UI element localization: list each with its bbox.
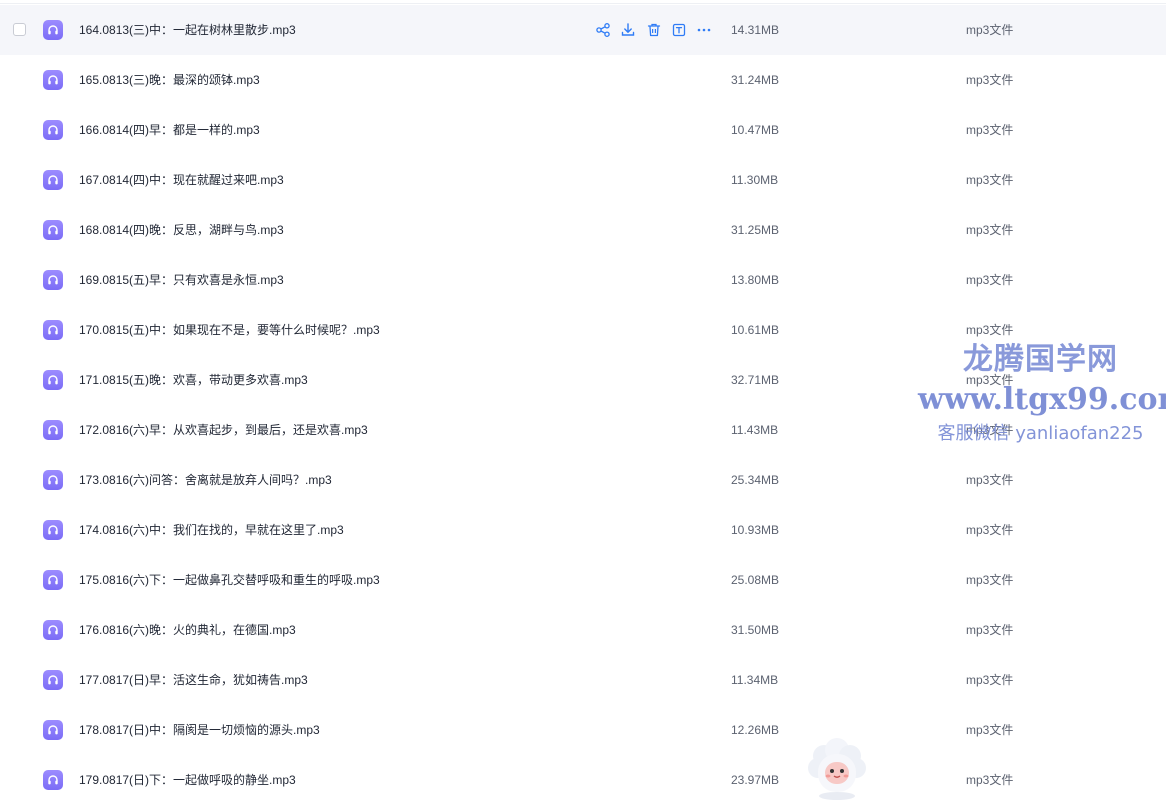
file-name[interactable]: 173.0816(六)问答：舍离就是放弃人间吗？.mp3: [79, 455, 332, 505]
file-row[interactable]: 173.0816(六)问答：舍离就是放弃人间吗？.mp3 25.34MB mp3文件: [0, 455, 1166, 505]
file-name[interactable]: 169.0815(五)早：只有欢喜是永恒.mp3: [79, 255, 284, 305]
more-icon[interactable]: [695, 21, 713, 39]
file-row[interactable]: 170.0815(五)中：如果现在不是，要等什么时候呢？.mp3 10.61MB m…: [0, 305, 1166, 355]
audio-file-icon: [43, 70, 63, 90]
audio-file-icon: [43, 320, 63, 340]
file-row[interactable]: 175.0816(六)下：一起做鼻孔交替呼吸和重生的呼吸.mp3 25.08MB m…: [0, 555, 1166, 605]
row-checkbox[interactable]: [13, 23, 26, 36]
file-type: mp3文件: [966, 173, 1014, 187]
audio-file-icon: [43, 370, 63, 390]
file-size: 10.93MB: [731, 523, 780, 537]
file-row[interactable]: 169.0815(五)早：只有欢喜是永恒.mp3 13.80MB mp3文件: [0, 255, 1166, 305]
file-row[interactable]: 179.0817(日)下：一起做呼吸的静坐.mp3 23.97MB mp3文件: [0, 755, 1166, 802]
file-row[interactable]: 165.0813(三)晚：最深的颂钵.mp3 31.24MB mp3文件: [0, 55, 1166, 105]
audio-file-icon: [43, 470, 63, 490]
delete-icon[interactable]: [645, 21, 663, 39]
file-row[interactable]: 166.0814(四)早：都是一样的.mp3 10.47MB mp3文件: [0, 105, 1166, 155]
file-type: mp3文件: [966, 23, 1014, 37]
file-row[interactable]: 167.0814(四)中：现在就醒过来吧.mp3 11.30MB mp3文件: [0, 155, 1166, 205]
file-type: mp3文件: [966, 73, 1014, 87]
audio-file-icon: [43, 620, 63, 640]
file-type: mp3文件: [966, 223, 1014, 237]
audio-file-icon: [43, 270, 63, 290]
file-type: mp3文件: [966, 373, 1014, 387]
audio-file-icon: [43, 570, 63, 590]
file-size: 31.24MB: [731, 73, 780, 87]
share-icon[interactable]: [594, 21, 612, 39]
file-type: mp3文件: [966, 473, 1014, 487]
file-name[interactable]: 177.0817(日)早：活这生命，犹如祷告.mp3: [79, 655, 308, 705]
file-size: 11.43MB: [731, 423, 779, 437]
audio-file-icon: [43, 120, 63, 140]
file-name[interactable]: 179.0817(日)下：一起做呼吸的静坐.mp3: [79, 755, 296, 802]
text-extract-icon[interactable]: [670, 21, 688, 39]
file-type: mp3文件: [966, 123, 1014, 137]
file-size: 31.50MB: [731, 623, 780, 637]
file-type: mp3文件: [966, 573, 1014, 587]
file-row[interactable]: 171.0815(五)晚：欢喜，带动更多欢喜.mp3 32.71MB mp3文件: [0, 355, 1166, 405]
file-size: 14.31MB: [731, 23, 780, 37]
assistant-mascot-icon[interactable]: [804, 738, 870, 802]
audio-file-icon: [43, 520, 63, 540]
file-name[interactable]: 170.0815(五)中：如果现在不是，要等什么时候呢？.mp3: [79, 305, 380, 355]
file-list: 164.0813(三)中：一起在树林里散步.mp3 14.31MB mp3文件 165…: [0, 5, 1166, 802]
audio-file-icon: [43, 720, 63, 740]
file-type: mp3文件: [966, 423, 1014, 437]
file-row[interactable]: 176.0816(六)晚：火的典礼，在德国.mp3 31.50MB mp3文件: [0, 605, 1166, 655]
audio-file-icon: [43, 670, 63, 690]
file-name[interactable]: 166.0814(四)早：都是一样的.mp3: [79, 105, 260, 155]
top-divider: [0, 3, 1166, 4]
file-name[interactable]: 176.0816(六)晚：火的典礼，在德国.mp3: [79, 605, 296, 655]
file-size: 11.30MB: [731, 173, 779, 187]
file-name[interactable]: 168.0814(四)晚：反思，湖畔与鸟.mp3: [79, 205, 284, 255]
file-name[interactable]: 167.0814(四)中：现在就醒过来吧.mp3: [79, 155, 284, 205]
audio-file-icon: [43, 20, 63, 40]
file-name[interactable]: 172.0816(六)早：从欢喜起步，到最后，还是欢喜.mp3: [79, 405, 368, 455]
file-type: mp3文件: [966, 623, 1014, 637]
audio-file-icon: [43, 420, 63, 440]
file-size: 32.71MB: [731, 373, 780, 387]
file-row[interactable]: 168.0814(四)晚：反思，湖畔与鸟.mp3 31.25MB mp3文件: [0, 205, 1166, 255]
file-type: mp3文件: [966, 523, 1014, 537]
file-row[interactable]: 177.0817(日)早：活这生命，犹如祷告.mp3 11.34MB mp3文件: [0, 655, 1166, 705]
file-row[interactable]: 172.0816(六)早：从欢喜起步，到最后，还是欢喜.mp3 11.43MB mp…: [0, 405, 1166, 455]
file-size: 23.97MB: [731, 773, 780, 787]
audio-file-icon: [43, 770, 63, 790]
file-type: mp3文件: [966, 673, 1014, 687]
file-name[interactable]: 171.0815(五)晚：欢喜，带动更多欢喜.mp3: [79, 355, 308, 405]
file-row[interactable]: 174.0816(六)中：我们在找的，早就在这里了.mp3 10.93MB mp3文…: [0, 505, 1166, 555]
file-name[interactable]: 164.0813(三)中：一起在树林里散步.mp3: [79, 5, 296, 55]
file-row[interactable]: 178.0817(日)中：隔阂是一切烦恼的源头.mp3 12.26MB mp3文件: [0, 705, 1166, 755]
file-size: 31.25MB: [731, 223, 780, 237]
file-size: 12.26MB: [731, 723, 780, 737]
file-size: 25.34MB: [731, 473, 780, 487]
file-size: 25.08MB: [731, 573, 780, 587]
file-size: 13.80MB: [731, 273, 780, 287]
file-row[interactable]: 164.0813(三)中：一起在树林里散步.mp3 14.31MB mp3文件: [0, 5, 1166, 55]
file-type: mp3文件: [966, 723, 1014, 737]
audio-file-icon: [43, 220, 63, 240]
file-name[interactable]: 165.0813(三)晚：最深的颂钵.mp3: [79, 55, 260, 105]
file-type: mp3文件: [966, 273, 1014, 287]
download-icon[interactable]: [619, 21, 637, 39]
file-list-page: 164.0813(三)中：一起在树林里散步.mp3 14.31MB mp3文件 165…: [0, 0, 1166, 802]
file-size: 10.47MB: [731, 123, 780, 137]
file-type: mp3文件: [966, 323, 1014, 337]
file-size: 10.61MB: [731, 323, 780, 337]
file-name[interactable]: 178.0817(日)中：隔阂是一切烦恼的源头.mp3: [79, 705, 320, 755]
file-name[interactable]: 174.0816(六)中：我们在找的，早就在这里了.mp3: [79, 505, 344, 555]
file-name[interactable]: 175.0816(六)下：一起做鼻孔交替呼吸和重生的呼吸.mp3: [79, 555, 380, 605]
file-type: mp3文件: [966, 773, 1014, 787]
audio-file-icon: [43, 170, 63, 190]
file-size: 11.34MB: [731, 673, 779, 687]
